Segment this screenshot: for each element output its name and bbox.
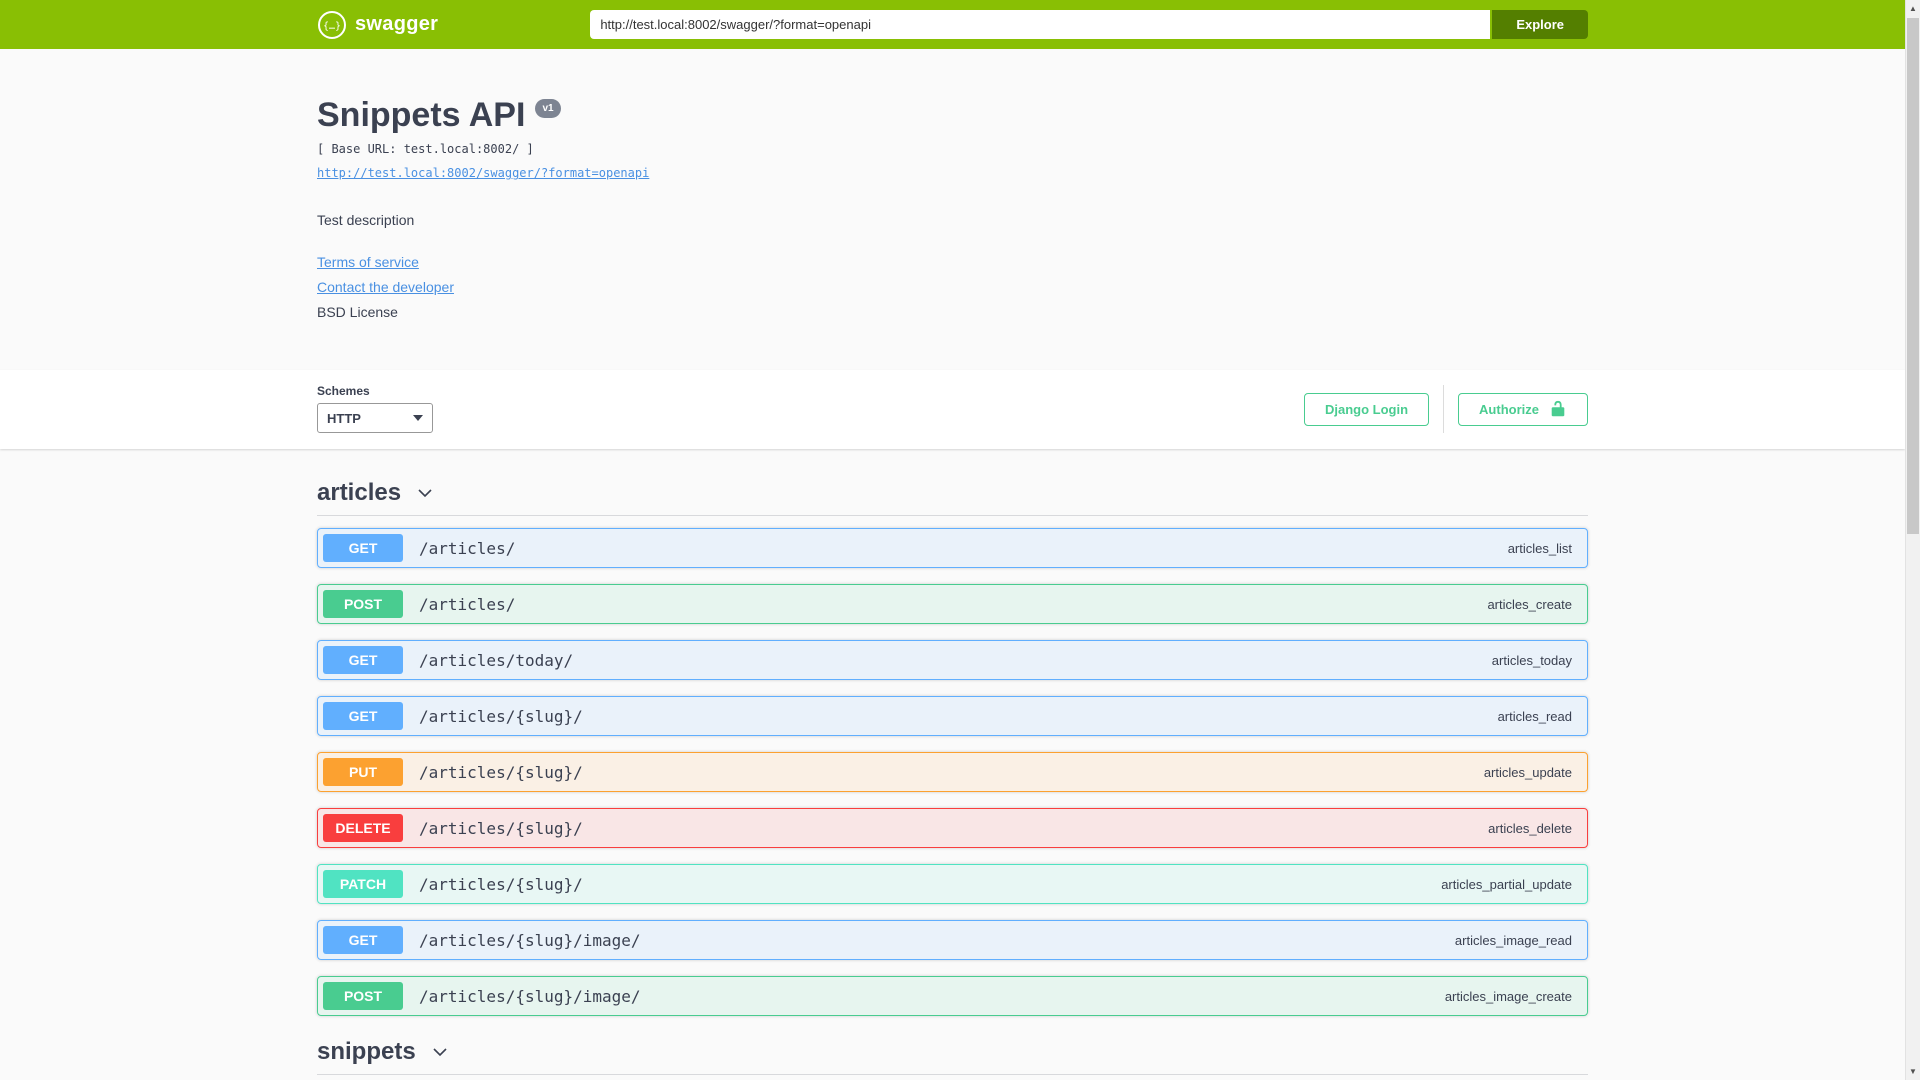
operation-path: /articles/{slug}/ [419, 762, 583, 782]
version-badge: v1 [535, 99, 561, 118]
topbar: {…} swagger Explore [0, 0, 1905, 49]
download-url-wrapper: Explore [590, 10, 1588, 39]
license-text: BSD License [317, 304, 398, 321]
svg-text:{…}: {…} [323, 21, 341, 32]
method-badge: GET [323, 926, 403, 955]
operation-path: /articles/ [419, 594, 516, 614]
scrollbar-thumb[interactable] [1907, 18, 1919, 534]
opblock-articles-read[interactable]: GET /articles/{slug}/ articles_read [317, 696, 1588, 737]
operation-path: /articles/{slug}/ [419, 818, 583, 838]
swagger-logo-icon: {…} [318, 10, 346, 39]
operation-path: /articles/{slug}/ [419, 706, 583, 726]
operation-id: articles_read [1497, 708, 1572, 724]
scrollbar[interactable]: ▲ ▼ [1905, 0, 1920, 1080]
logo-title: swagger [355, 13, 439, 35]
tag-header-articles[interactable]: articles [317, 475, 1588, 517]
method-badge: GET [323, 534, 403, 563]
operation-id: articles_image_create [1444, 988, 1572, 1004]
terms-of-service-link[interactable]: Terms of service [317, 254, 419, 270]
operation-id: articles_list [1507, 540, 1572, 556]
method-badge: DELETE [323, 814, 403, 843]
schemes-label: Schemes [317, 384, 370, 399]
opblock-articles-image-read[interactable]: GET /articles/{slug}/image/ articles_ima… [317, 920, 1588, 961]
operation-path: /articles/ [419, 538, 516, 558]
operation-path: /articles/{slug}/image/ [419, 986, 641, 1006]
method-badge: PATCH [323, 870, 403, 899]
operation-path: /articles/{slug}/image/ [419, 930, 641, 950]
chevron-down-icon [418, 489, 432, 498]
unlock-icon [1551, 401, 1565, 417]
tag-title: articles [317, 479, 402, 507]
django-login-label: Django Login [1325, 401, 1409, 417]
opblock-articles-today[interactable]: GET /articles/today/ articles_today [317, 640, 1588, 681]
scheme-section: Schemes HTTP Django Login Authorize [0, 370, 1905, 450]
auth-wrapper: Django Login Authorize [1304, 385, 1588, 434]
operation-path: /articles/today/ [419, 650, 574, 670]
chevron-down-icon [433, 1048, 447, 1057]
operation-id: articles_create [1487, 596, 1572, 612]
tag-section-articles: articles GET /articles/ articles_list PO… [317, 475, 1588, 1017]
page-title: Snippets API [317, 96, 526, 134]
tag-section-snippets: snippets GET /snippets/ snippets_list [317, 1034, 1588, 1080]
swagger-logo: {…} swagger [317, 10, 438, 40]
authorize-label: Authorize [1479, 401, 1539, 417]
operation-id: articles_partial_update [1441, 876, 1572, 892]
opblock-articles-image-create[interactable]: POST /articles/{slug}/image/ articles_im… [317, 976, 1588, 1017]
operation-id: articles_update [1483, 764, 1572, 780]
chevron-down-icon [413, 415, 423, 422]
operations-container: articles GET /articles/ articles_list PO… [0, 449, 1905, 1080]
opblock-articles-create[interactable]: POST /articles/ articles_create [317, 584, 1588, 625]
scrollbar-down-icon[interactable]: ▼ [1906, 1063, 1920, 1080]
scrollbar-up-icon[interactable]: ▲ [1906, 0, 1920, 17]
schemes-select[interactable]: HTTP [317, 403, 433, 434]
method-badge: GET [323, 646, 403, 675]
method-badge: POST [323, 590, 403, 619]
authorize-button[interactable]: Authorize [1458, 392, 1588, 426]
operation-id: articles_image_read [1454, 932, 1572, 948]
base-url: [ Base URL: test.local:8002/ ] [317, 142, 534, 157]
contact-developer-link[interactable]: Contact the developer [317, 279, 454, 295]
django-login-button[interactable]: Django Login [1304, 392, 1430, 426]
page-title-row: Snippets API v1 [317, 96, 1588, 134]
method-badge: GET [323, 702, 403, 731]
schemes-group: Schemes HTTP [317, 384, 433, 434]
api-info-section: Snippets API v1 [ Base URL: test.local:8… [0, 49, 1905, 371]
auth-divider [1443, 385, 1445, 434]
opblock-articles-partial-update[interactable]: PATCH /articles/{slug}/ articles_partial… [317, 864, 1588, 905]
operation-path: /articles/{slug}/ [419, 874, 583, 894]
method-badge: PUT [323, 758, 403, 787]
spec-link[interactable]: http://test.local:8002/swagger/?format=o… [317, 166, 649, 180]
api-description: Test description [317, 212, 415, 229]
explore-button[interactable]: Explore [1492, 10, 1588, 39]
tag-title: snippets [317, 1038, 416, 1066]
tag-header-snippets[interactable]: snippets [317, 1034, 1588, 1076]
operation-id: articles_today [1491, 652, 1572, 668]
schemes-selected-value: HTTP [327, 410, 361, 426]
swagger-page: {…} swagger Explore Snippets API v1 [ Ba… [0, 0, 1905, 1080]
method-badge: POST [323, 982, 403, 1011]
opblock-articles-delete[interactable]: DELETE /articles/{slug}/ articles_delete [317, 808, 1588, 849]
spec-url-input[interactable] [590, 10, 1491, 39]
operation-id: articles_delete [1488, 820, 1572, 836]
opblock-articles-list[interactable]: GET /articles/ articles_list [317, 528, 1588, 569]
opblock-articles-update[interactable]: PUT /articles/{slug}/ articles_update [317, 752, 1588, 793]
